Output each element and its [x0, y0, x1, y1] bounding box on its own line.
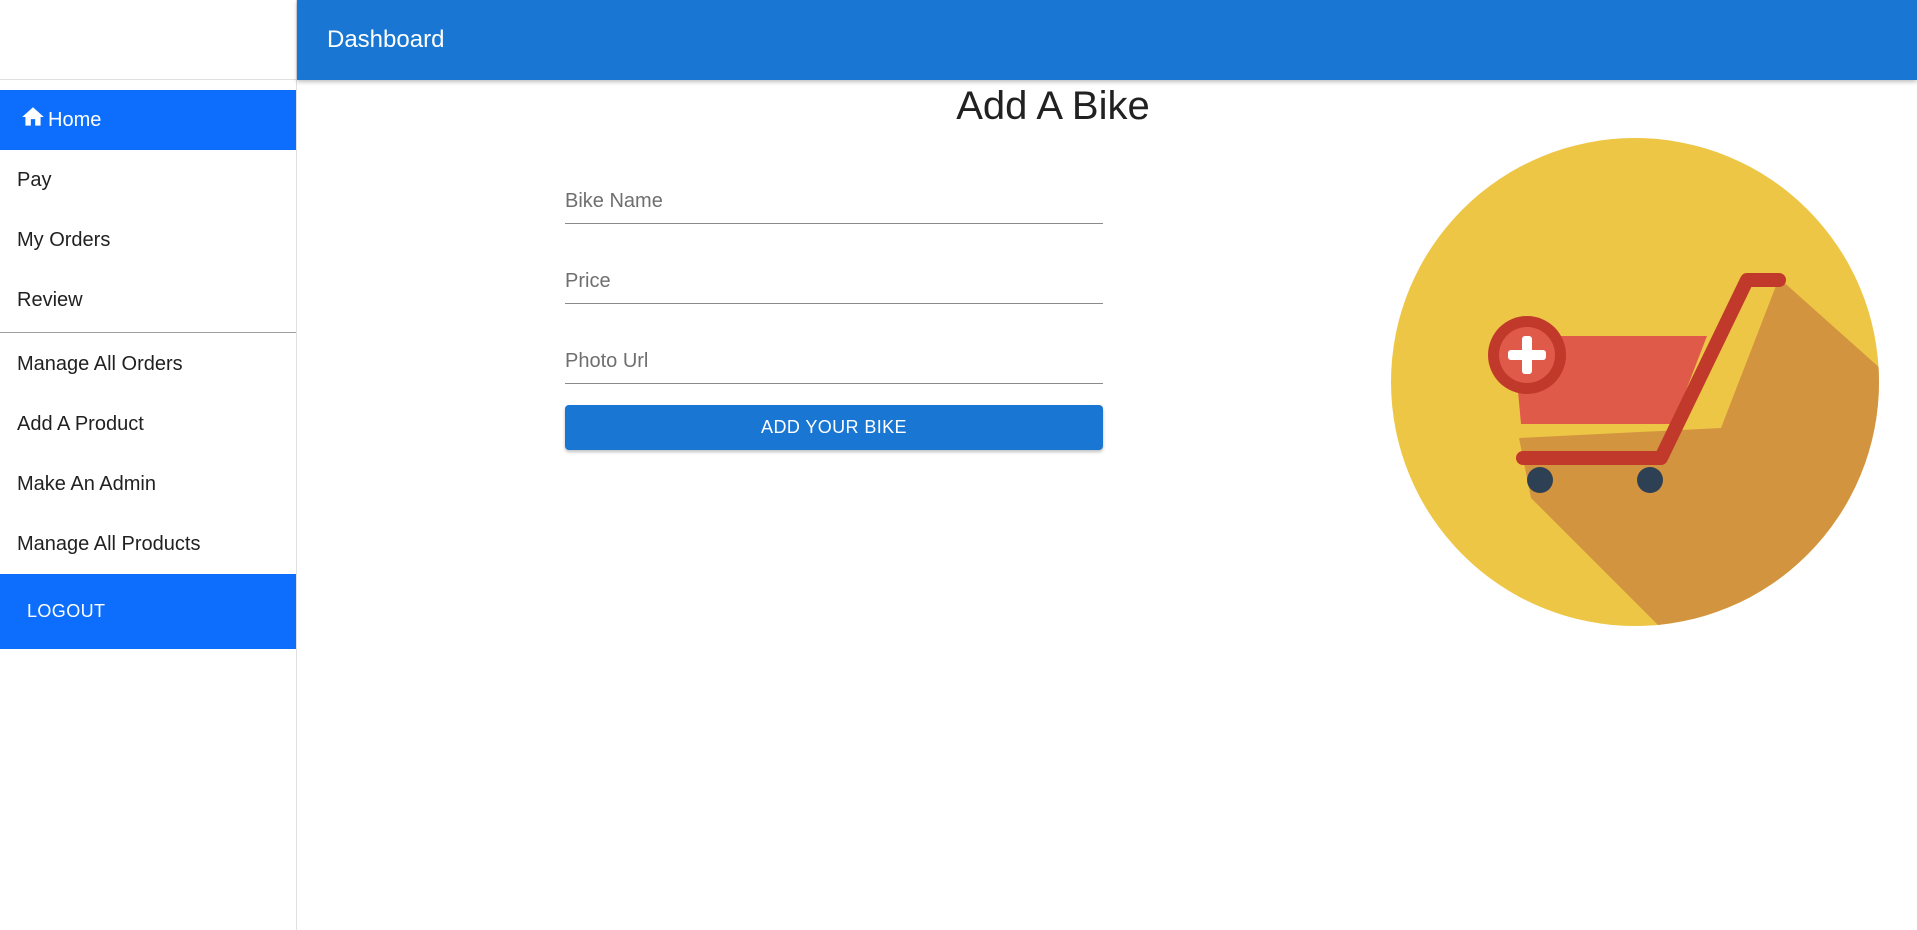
- sidebar-divider: [0, 332, 296, 333]
- app-bar: Dashboard: [297, 0, 1917, 80]
- page-title: Add A Bike: [956, 84, 1150, 128]
- sidebar-item-label: Manage All Orders: [17, 352, 183, 375]
- photo-url-field-wrap: [565, 336, 1103, 405]
- sidebar-item-pay[interactable]: Pay: [0, 150, 296, 210]
- main-content: Add A Bike ADD YOUR BIKE: [297, 80, 1917, 930]
- sidebar: Home Pay My Orders Review Manage All Ord…: [0, 0, 297, 930]
- sidebar-item-label: Make An Admin: [17, 472, 156, 495]
- bike-name-field-wrap: [565, 176, 1103, 256]
- sidebar-item-manage-all-orders[interactable]: Manage All Orders: [0, 334, 296, 394]
- photo-url-input[interactable]: [565, 336, 1103, 384]
- logout-button[interactable]: LOGOUT: [27, 601, 105, 622]
- bike-name-input[interactable]: [565, 176, 1103, 224]
- add-bike-form: ADD YOUR BIKE: [565, 176, 1103, 450]
- home-icon: [20, 104, 48, 136]
- add-to-cart-icon: [1391, 138, 1879, 626]
- sidebar-item-make-an-admin[interactable]: Make An Admin: [0, 454, 296, 514]
- sidebar-item-label: Pay: [17, 168, 52, 191]
- add-bike-button[interactable]: ADD YOUR BIKE: [565, 405, 1103, 450]
- sidebar-item-manage-all-products[interactable]: Manage All Products: [0, 514, 296, 574]
- price-input[interactable]: [565, 256, 1103, 304]
- sidebar-item-label: Review: [17, 288, 83, 311]
- price-field-wrap: [565, 256, 1103, 336]
- sidebar-nav: Home Pay My Orders Review Manage All Ord…: [0, 80, 296, 649]
- sidebar-toolbar: [0, 0, 296, 80]
- sidebar-item-add-a-product[interactable]: Add A Product: [0, 394, 296, 454]
- sidebar-item-label: Home: [48, 108, 102, 131]
- sidebar-item-label: Manage All Products: [17, 532, 201, 555]
- sidebar-item-my-orders[interactable]: My Orders: [0, 210, 296, 270]
- page-header-title: Dashboard: [327, 26, 445, 53]
- logout-section: LOGOUT: [0, 574, 296, 649]
- sidebar-item-label: Add A Product: [17, 412, 144, 435]
- sidebar-item-label: My Orders: [17, 228, 111, 251]
- sidebar-item-review[interactable]: Review: [0, 270, 296, 330]
